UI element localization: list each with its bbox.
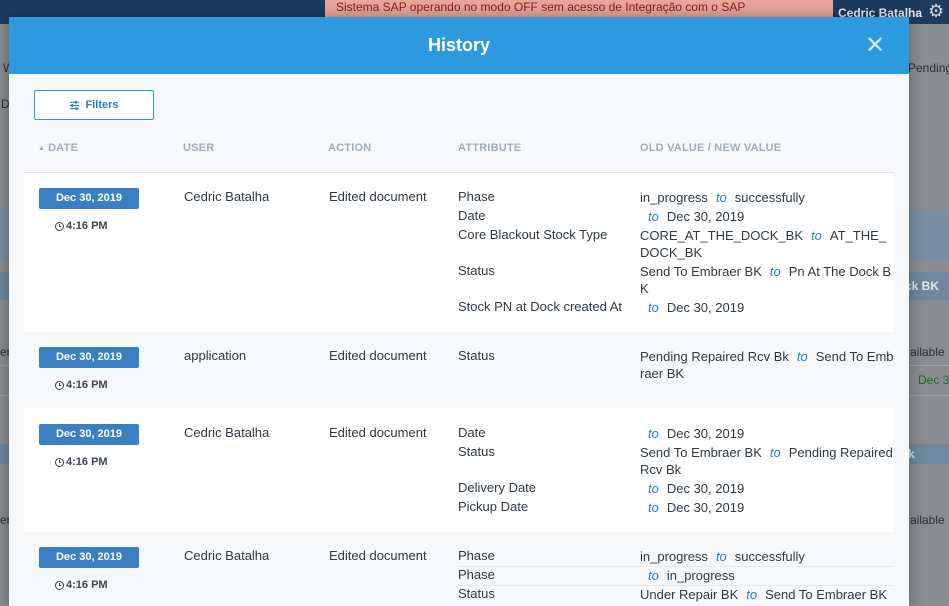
- change-values: CORE_AT_THE_DOCK_BK to AT_THE_DOCK_BK: [640, 228, 886, 260]
- change-values: to Dec 30, 2019: [648, 500, 745, 515]
- sliders-icon: [70, 100, 80, 110]
- date-badge: Dec 30, 2019: [39, 347, 139, 368]
- change-attribute: Date: [458, 208, 486, 223]
- gear-icon[interactable]: ⚙: [928, 2, 944, 20]
- clock-icon: [55, 580, 64, 590]
- entry-time: 4:16 PM: [55, 220, 108, 232]
- history-entry: Dec 30, 2019 4:16 PM application Edited …: [24, 332, 894, 408]
- background-text: k: [908, 447, 915, 461]
- history-entry: Dec 30, 2019 4:16 PM Cedric Batalha Edit…: [24, 408, 894, 532]
- change-attribute: Status: [458, 586, 495, 601]
- change-attribute: Delivery Date: [458, 480, 537, 495]
- entry-action: Edited document: [329, 348, 427, 363]
- change-attribute: Status: [458, 348, 495, 363]
- column-header-date[interactable]: ▲ DATE: [38, 142, 78, 154]
- change-attribute: Pickup Date: [458, 499, 529, 514]
- change-attribute: Status: [458, 263, 495, 278]
- modal-title: History: [427, 35, 490, 55]
- change-values: Under Repair BK to Send To Embraer BK: [640, 587, 888, 602]
- date-badge: Dec 30, 2019: [39, 547, 139, 568]
- history-modal: History ✕ Filters ▲ DATE USER ACTION ATTR…: [9, 17, 909, 606]
- background-text: ailable: [910, 345, 945, 359]
- entry-time: 4:16 PM: [55, 379, 108, 391]
- entry-user: application: [184, 348, 247, 363]
- column-header-action: ACTION: [328, 142, 372, 154]
- change-attribute: Date: [458, 425, 486, 440]
- entry-time: 4:16 PM: [55, 456, 108, 468]
- change-values: in_progress to successfully: [640, 190, 805, 205]
- change-values: to Dec 30, 2019: [648, 300, 745, 315]
- column-header-attribute: ATTRIBUTE: [458, 142, 522, 154]
- change-attribute: Status: [458, 444, 495, 459]
- filters-button[interactable]: Filters: [34, 90, 154, 120]
- change-attribute: Stock PN at Dock created At: [458, 299, 623, 314]
- sap-offline-banner: Sistema SAP operando no modo OFF sem ace…: [325, 0, 833, 18]
- column-header-user: USER: [183, 142, 215, 154]
- change-attribute: Phase: [458, 189, 495, 204]
- clock-icon: [55, 457, 64, 467]
- clock-icon: [55, 380, 64, 390]
- sort-asc-icon: ▲: [38, 145, 46, 152]
- change-attribute: Core Blackout Stock Type: [458, 227, 608, 242]
- entry-time: 4:16 PM: [55, 579, 108, 591]
- change-values: Send To Embraer BK to Pn At The Dock BK: [640, 264, 892, 296]
- filters-label: Filters: [85, 99, 119, 111]
- change-values: in_progress to successfully: [640, 549, 805, 564]
- background-text: ck BK: [905, 279, 940, 293]
- modal-header: History ✕: [9, 17, 909, 74]
- close-icon[interactable]: ✕: [865, 34, 885, 58]
- entry-action: Edited document: [329, 189, 427, 204]
- change-values: to Dec 30, 2019: [648, 481, 745, 496]
- entry-action: Edited document: [329, 425, 427, 440]
- clock-icon: [55, 221, 64, 231]
- change-values: to Dec 30, 2019: [648, 209, 745, 224]
- change-values: to in_progress: [648, 568, 735, 583]
- change-values: Send To Embraer BK to Pending Repaired Rcv…: [640, 445, 893, 477]
- entry-action: Edited document: [329, 548, 427, 563]
- change-attribute: Phase: [458, 567, 495, 582]
- history-entry: Dec 30, 2019 4:16 PM Cedric Batalha Edit…: [24, 532, 894, 606]
- change-attribute: Phase: [458, 548, 495, 563]
- background-text: Pending: [908, 61, 949, 75]
- background-text: Dec 3: [918, 373, 949, 387]
- change-values: Pending Repaired Rcv Bk to Send To Embraer…: [640, 349, 894, 381]
- entry-user: Cedric Batalha: [184, 425, 270, 440]
- entry-user: Cedric Batalha: [184, 189, 270, 204]
- date-badge: Dec 30, 2019: [39, 188, 139, 209]
- date-badge: Dec 30, 2019: [39, 424, 139, 445]
- history-entry: Dec 30, 2019 4:16 PM Cedric Batalha Edit…: [24, 173, 894, 332]
- column-header-values: OLD VALUE / NEW VALUE: [640, 142, 782, 154]
- entry-user: Cedric Batalha: [184, 548, 270, 563]
- background-text: ailable: [910, 513, 945, 527]
- change-values: to Dec 30, 2019: [648, 426, 745, 441]
